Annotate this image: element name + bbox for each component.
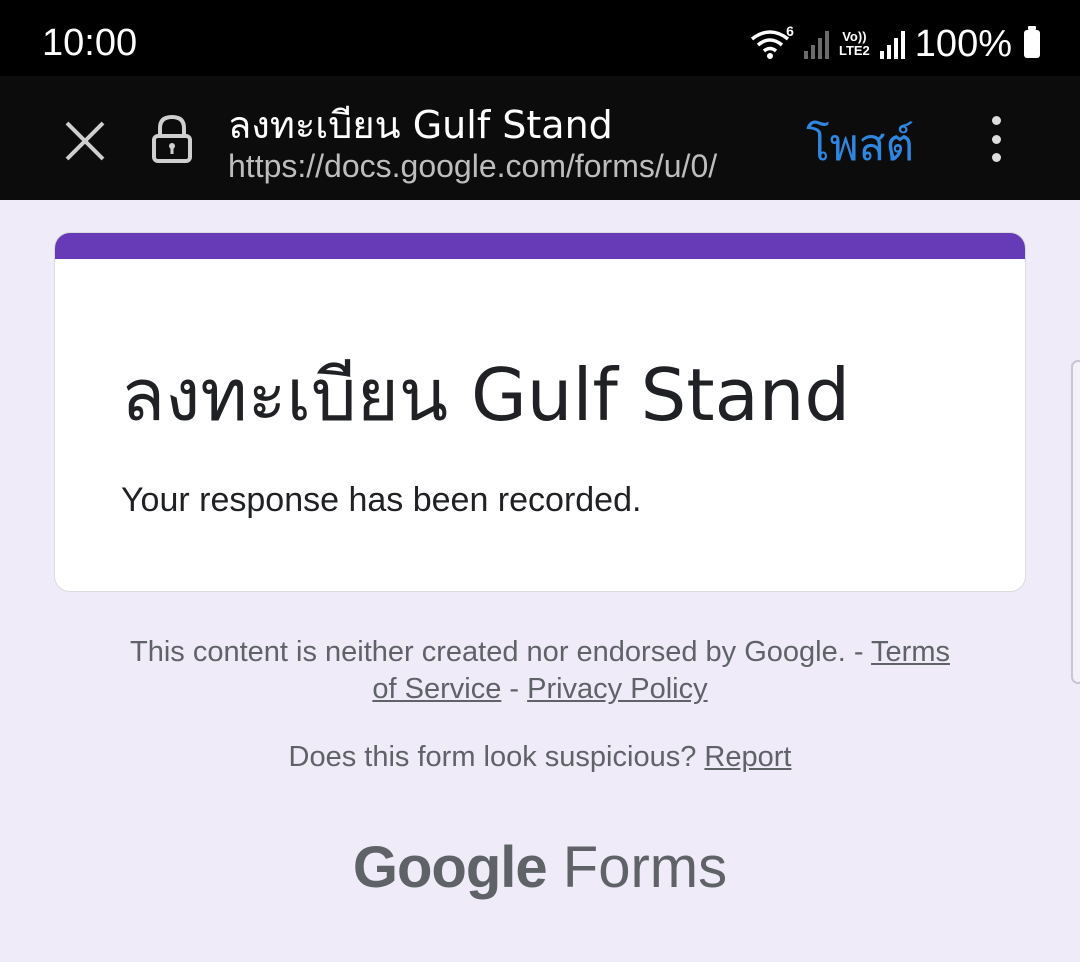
status-icons: 6 Vo)) LTE2 100% — [750, 22, 1040, 65]
more-menu-button[interactable] — [984, 116, 1008, 162]
wifi-icon: 6 — [750, 23, 794, 61]
link-separator: - — [501, 673, 528, 705]
post-button[interactable]: โพสต์ — [806, 110, 914, 180]
form-accent-bar — [55, 233, 1025, 259]
logo-brand: Google — [352, 835, 548, 900]
close-button[interactable] — [60, 116, 110, 166]
logo-product: Forms — [562, 835, 728, 900]
lock-icon[interactable] — [150, 114, 194, 164]
page-title: ลงทะเบียน Gulf Stand — [228, 103, 613, 147]
volte-label-top: Vo)) — [842, 29, 867, 44]
terms-link[interactable]: Terms — [871, 636, 950, 668]
google-forms-logo[interactable]: Google Forms — [0, 834, 1080, 901]
wifi-generation: 6 — [786, 23, 794, 39]
footer-report: Does this form look suspicious? Report — [0, 741, 1080, 774]
battery-percent: 100% — [914, 22, 1012, 65]
terms-link-cont[interactable]: of Service — [372, 673, 501, 705]
more-vert-dot — [991, 153, 1001, 162]
signal-sim1-icon — [803, 29, 829, 59]
volte-label-bottom: LTE2 — [838, 43, 870, 58]
battery-icon — [1024, 26, 1040, 58]
scroll-handle[interactable] — [1071, 360, 1080, 684]
more-vert-dot — [991, 134, 1001, 144]
volte-icon: Vo)) LTE2 — [839, 30, 870, 58]
close-icon — [65, 121, 105, 161]
privacy-link[interactable]: Privacy Policy — [527, 673, 708, 705]
form-card: ลงทะเบียน Gulf Stand Your response has b… — [54, 232, 1026, 592]
suspicious-text: Does this form look suspicious? — [288, 741, 705, 773]
signal-sim2-icon — [879, 29, 905, 59]
disclaimer-text: This content is neither created nor endo… — [130, 636, 872, 668]
form-title: ลงทะเบียน Gulf Stand — [121, 353, 851, 437]
page-url[interactable]: https://docs.google.com/forms/u/0/ — [228, 148, 774, 185]
status-bar: 10:00 6 Vo)) LTE2 100% — [0, 0, 1080, 76]
report-link[interactable]: Report — [704, 741, 791, 773]
status-clock: 10:00 — [42, 22, 138, 64]
browser-toolbar: ลงทะเบียน Gulf Stand https://docs.google… — [0, 76, 1080, 200]
more-vert-icon — [991, 116, 1001, 125]
footer-disclaimer: This content is neither created nor endo… — [0, 636, 1080, 669]
footer-links: of Service - Privacy Policy — [0, 673, 1080, 706]
confirmation-message: Your response has been recorded. — [121, 481, 642, 519]
